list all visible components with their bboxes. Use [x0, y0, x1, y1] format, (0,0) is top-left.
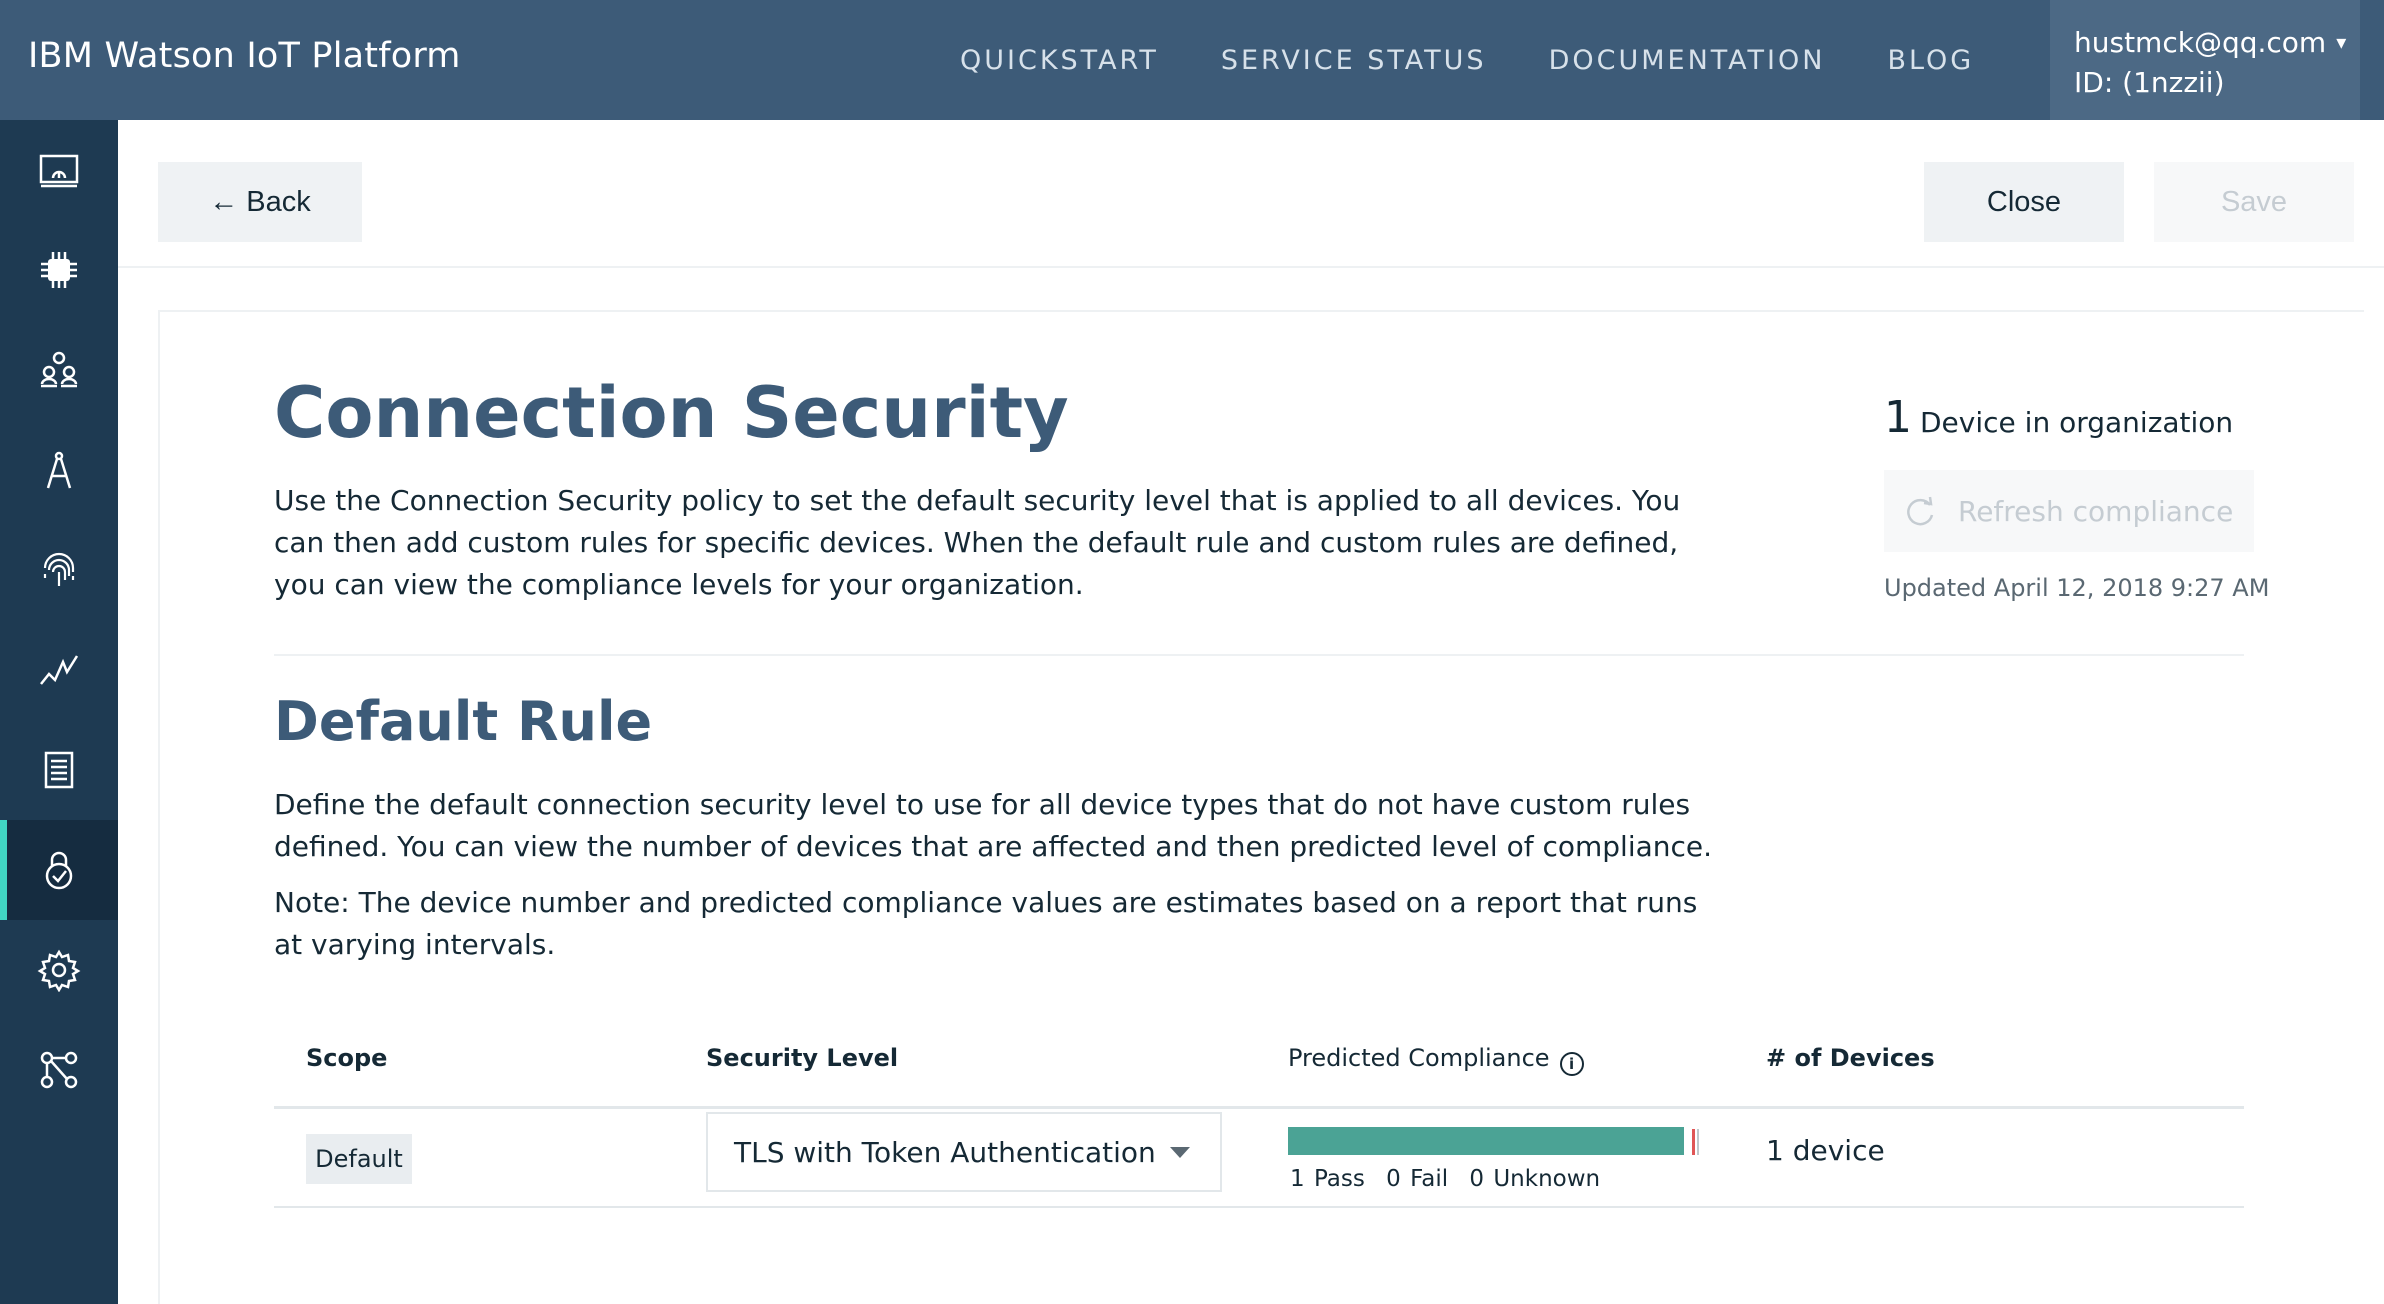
compliance-pass-fill — [1288, 1127, 1684, 1155]
compliance-summary: 1 Device in organization Refresh complian… — [1884, 392, 2269, 602]
sidebar-item-dashboard[interactable] — [0, 120, 118, 220]
column-header-scope: Scope — [306, 1044, 388, 1072]
sidebar-item-members[interactable] — [0, 320, 118, 420]
intro-text: Use the Connection Security policy to se… — [274, 484, 1681, 601]
predicted-compliance-label: Predicted Compliance — [1288, 1044, 1550, 1072]
main-content: ← Back Close Save Connection Security Us… — [118, 120, 2384, 1304]
refresh-compliance-button[interactable]: Refresh compliance — [1884, 470, 2254, 552]
nav-blog[interactable]: BLOG — [1887, 45, 1974, 76]
scope-tag: Default — [306, 1134, 412, 1184]
top-nav: QUICKSTART SERVICE STATUS DOCUMENTATION … — [960, 0, 2036, 120]
chevron-down-icon: ▾ — [2336, 30, 2347, 54]
compliance-pass: 1 Pass — [1290, 1166, 1365, 1192]
table-header-divider — [274, 1106, 2244, 1109]
device-count-cell: 1 device — [1766, 1134, 1885, 1167]
save-button[interactable]: Save — [2154, 162, 2354, 242]
table-row-divider — [274, 1206, 2244, 1208]
security-level-value: TLS with Token Authentication — [734, 1135, 1156, 1169]
sidebar-item-apps[interactable] — [0, 420, 118, 520]
compliance-fail-marker — [1692, 1129, 1695, 1155]
sidebar-item-settings[interactable] — [0, 920, 118, 1020]
sidebar-item-security[interactable] — [0, 820, 118, 920]
info-icon[interactable]: i — [1559, 1052, 1584, 1076]
refresh-icon — [1907, 496, 1934, 526]
fingerprint-icon — [43, 552, 75, 586]
connection-security-card: Connection Security Use the Connection S… — [158, 310, 2364, 1304]
column-header-devices: # of Devices — [1766, 1044, 1935, 1072]
sidebar-item-extensions[interactable] — [0, 1020, 118, 1120]
column-header-security-level: Security Level — [706, 1044, 899, 1072]
settings-gear-icon — [37, 949, 81, 992]
nav-documentation[interactable]: DOCUMENTATION — [1549, 45, 1826, 76]
apps-compass-icon — [46, 451, 72, 489]
compliance-bar — [1288, 1127, 1699, 1155]
sidebar-item-usage[interactable] — [0, 620, 118, 720]
refresh-compliance-label: Refresh compliance — [1958, 494, 2234, 528]
compliance-legend: 1 Pass 0 Fail 0 Unknown — [1290, 1166, 1612, 1192]
extensions-icon — [40, 1051, 78, 1089]
dashboard-icon — [39, 154, 79, 188]
nav-service-status[interactable]: SERVICE STATUS — [1221, 45, 1487, 76]
last-updated: Updated April 12, 2018 9:27 AM — [1884, 574, 2270, 602]
usage-chart-icon — [40, 655, 79, 685]
nav-quickstart[interactable]: QUICKSTART — [960, 45, 1159, 76]
device-count-label: Device in organization — [1920, 406, 2234, 439]
sidebar-item-devices[interactable] — [0, 220, 118, 320]
user-email: hustmck@qq.com — [2074, 26, 2327, 59]
section-divider — [274, 654, 2244, 656]
security-lock-icon — [45, 851, 73, 890]
page-title: Connection Security — [274, 372, 1069, 454]
sidebar-item-logs[interactable] — [0, 720, 118, 820]
sidebar — [0, 120, 118, 1304]
back-button[interactable]: ← Back — [158, 162, 362, 242]
chevron-down-icon — [1170, 1147, 1190, 1158]
devices-chip-icon — [41, 252, 77, 288]
brand-title[interactable]: IBM Watson IoT Platform — [28, 36, 461, 76]
top-header: IBM Watson IoT Platform QUICKSTART SERVI… — [0, 0, 2384, 120]
action-bar: ← Back Close Save — [118, 120, 2384, 268]
user-menu[interactable]: hustmck@qq.com ▾ ID: (1nzzii) — [2050, 0, 2360, 120]
estimate-note: Note: The device number and predicted co… — [274, 886, 1698, 961]
default-rule-description: Define the default connection security l… — [274, 788, 1713, 863]
members-icon — [40, 351, 78, 388]
org-id: ID: (1nzzii) — [2074, 66, 2225, 99]
compliance-unknown: 0 Unknown — [1469, 1166, 1601, 1192]
column-header-predicted-compliance: Predicted Compliance i — [1288, 1044, 1584, 1076]
sidebar-item-identity[interactable] — [0, 520, 118, 620]
device-count: 1 — [1884, 392, 1912, 443]
compliance-unknown-marker — [1697, 1129, 1699, 1155]
close-button[interactable]: Close — [1924, 162, 2124, 242]
compliance-fail: 0 Fail — [1386, 1166, 1449, 1192]
security-level-select[interactable]: TLS with Token Authentication — [706, 1112, 1222, 1192]
logs-document-icon — [44, 751, 74, 789]
default-rule-title: Default Rule — [274, 690, 653, 753]
